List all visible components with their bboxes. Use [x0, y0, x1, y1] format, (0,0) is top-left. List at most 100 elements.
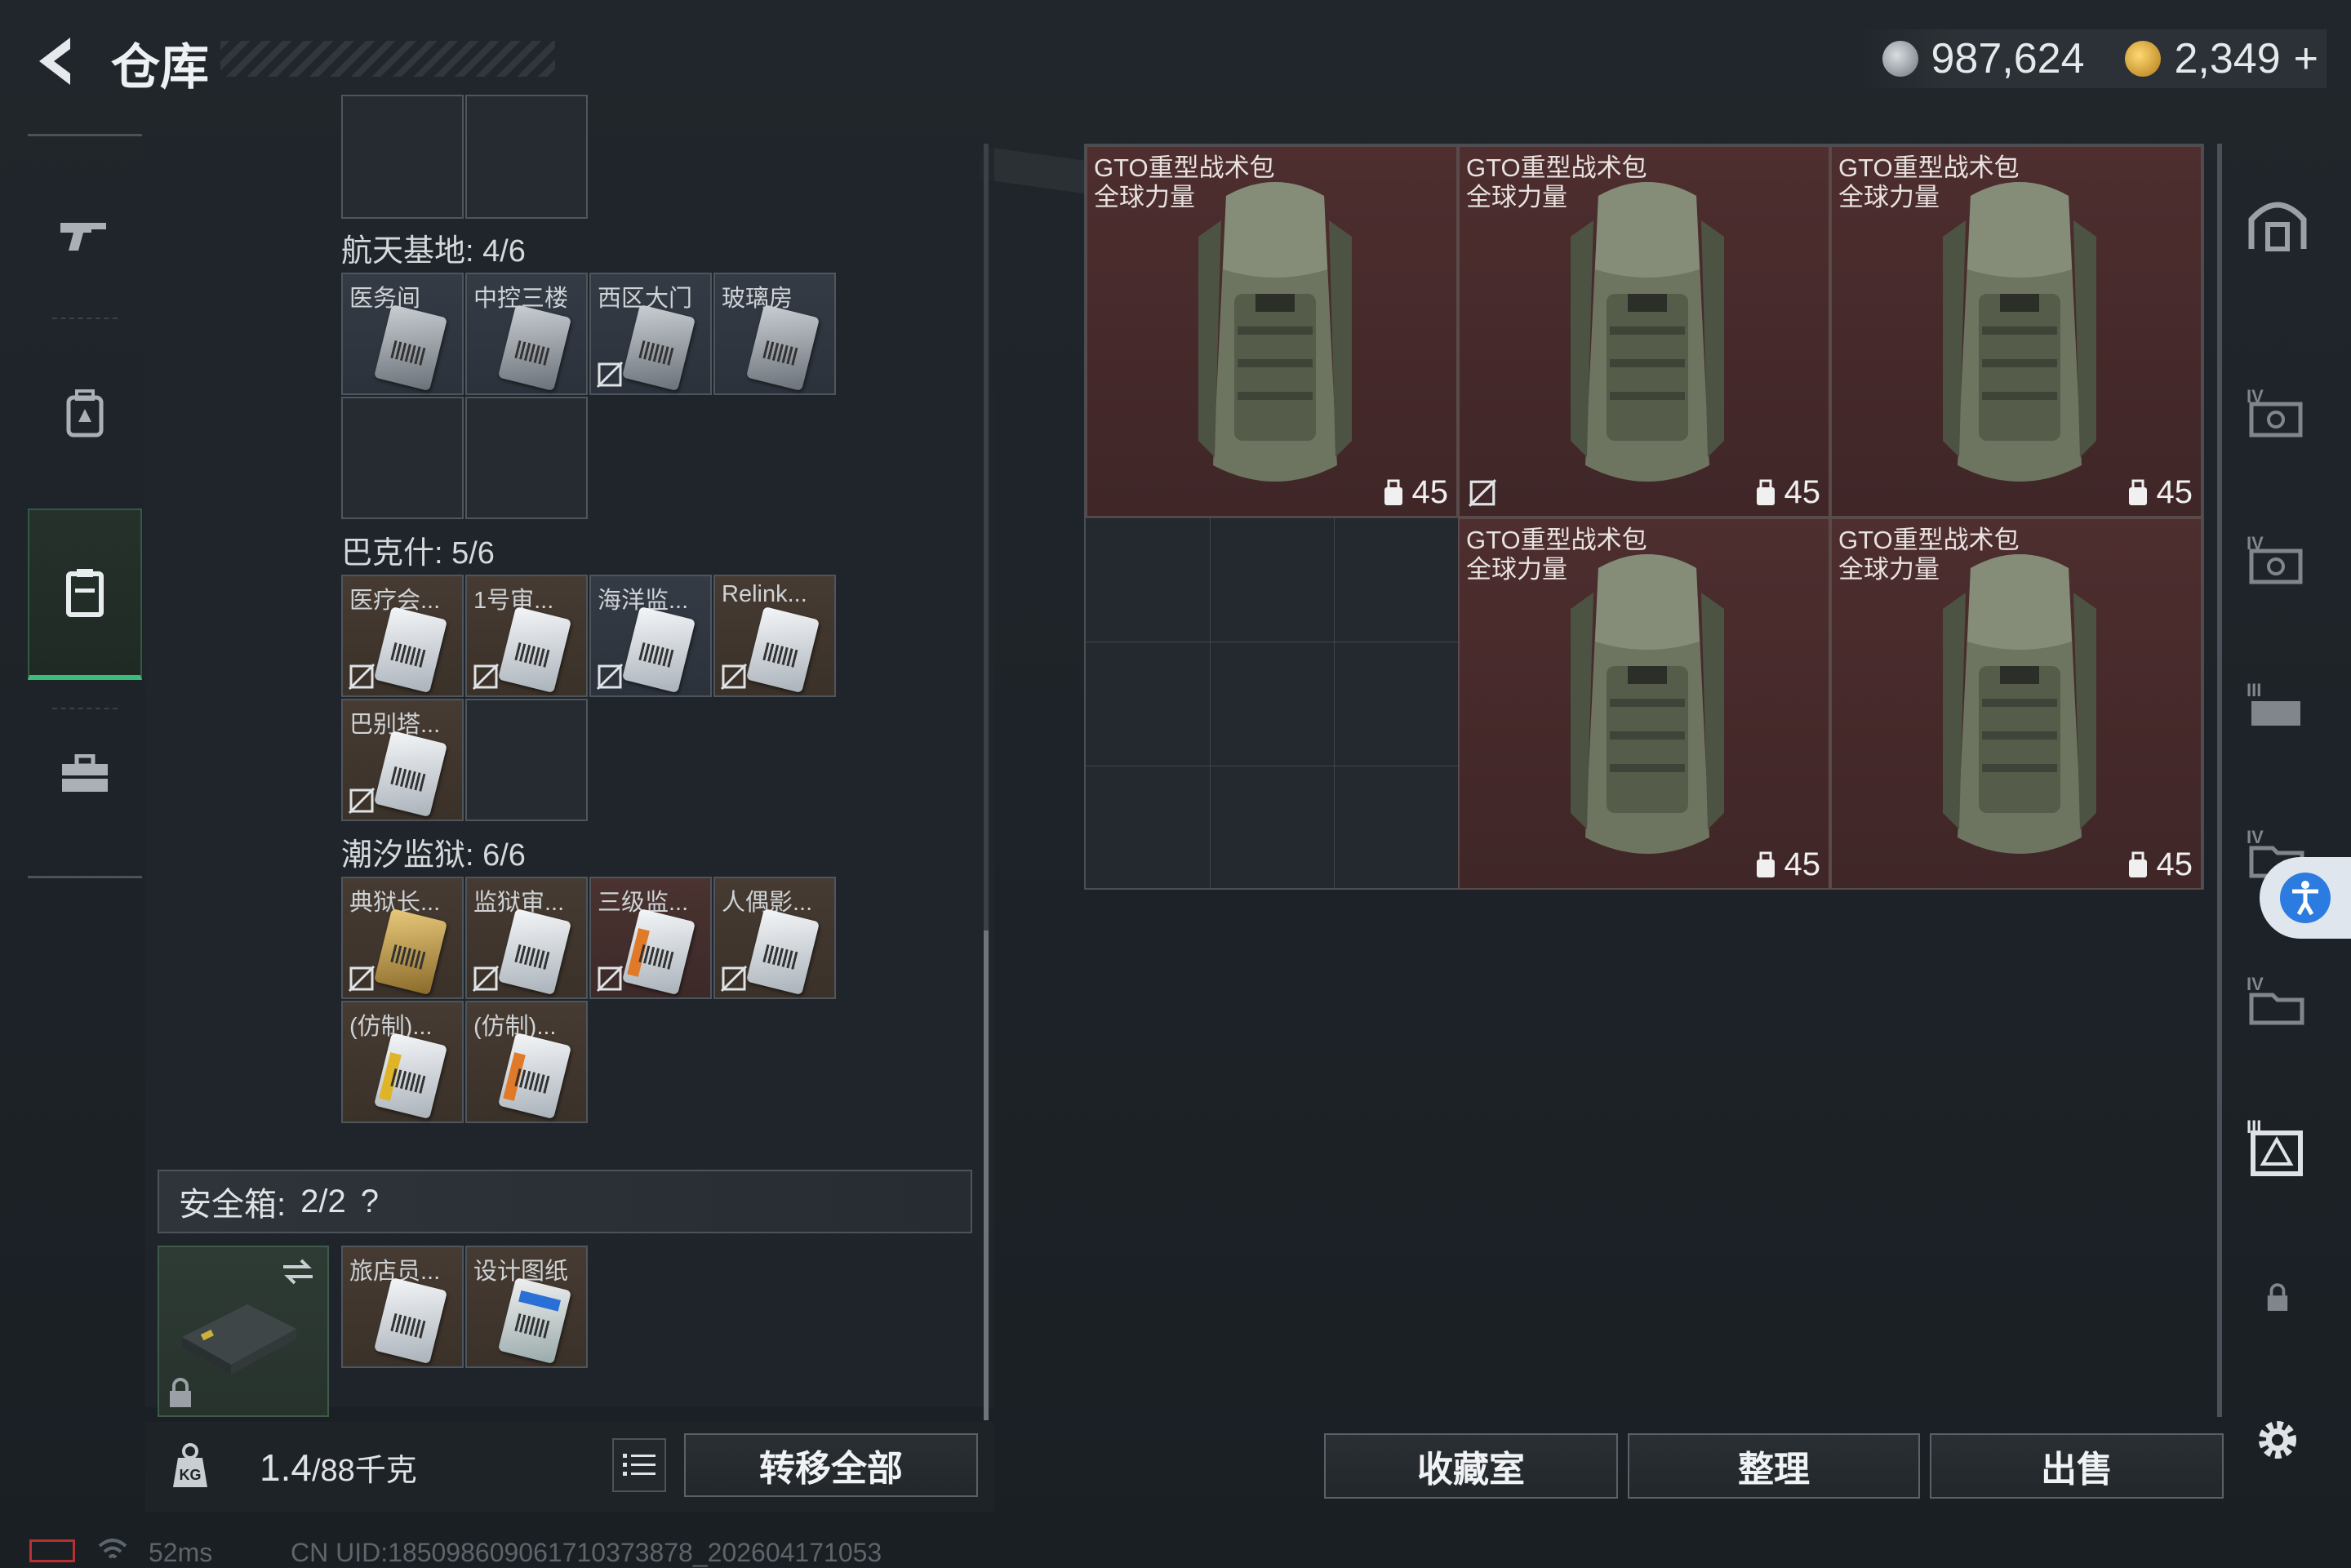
nav-cases[interactable]: [28, 509, 142, 680]
keycard-image: [745, 606, 820, 694]
keycard-slot[interactable]: 巴别塔...: [341, 699, 464, 821]
tier-3-container-icon: III: [2247, 1117, 2303, 1176]
sidebar-tier4-case-tab[interactable]: IV: [2245, 526, 2310, 591]
no-insurance-icon: [596, 663, 624, 691]
sidebar-tier4-safe-tab[interactable]: IV: [2245, 379, 2310, 444]
add-currency-button[interactable]: +: [2294, 34, 2318, 83]
keycard-slot[interactable]: 监狱审...: [465, 877, 588, 999]
right-sidebar: IV IV III IV IV III: [2220, 134, 2335, 1459]
tier-4-container-icon: IV: [2247, 533, 2303, 584]
no-insurance-icon: [596, 361, 624, 389]
safebox-title: 安全箱:: [179, 1187, 287, 1223]
uid-readout: CN UID:185098609061710373878_20260417105…: [291, 1538, 882, 1567]
tier-4-container-icon: IV: [2247, 386, 2303, 438]
keycard-slot[interactable]: Relink...: [713, 575, 836, 697]
swap-icon[interactable]: [280, 1257, 316, 1286]
keycard-image: [621, 304, 696, 392]
empty-slot[interactable]: [341, 397, 464, 519]
keycard-slot[interactable]: 中控三楼: [465, 273, 588, 395]
nav-weapons[interactable]: [28, 165, 142, 304]
keycard-image: [621, 606, 696, 694]
accessibility-icon: [2280, 873, 2331, 923]
capacity-icon: [1756, 851, 1775, 877]
keycard-image: [497, 1032, 572, 1120]
sell-button[interactable]: 出售: [1930, 1433, 2224, 1499]
sidebar-locked-tab[interactable]: [2245, 1265, 2310, 1330]
no-insurance-icon: [720, 965, 748, 993]
list-view-button[interactable]: [612, 1438, 666, 1492]
empty-slot[interactable]: [341, 95, 464, 219]
silver-amount: 987,624: [1931, 35, 2085, 82]
backpack-item[interactable]: GTO重型战术包 全球力量 45: [1830, 517, 2202, 890]
toolbox-icon: [62, 754, 108, 792]
keycard-image: [373, 606, 448, 694]
empty-slot[interactable]: [465, 95, 588, 219]
keycard-image: [373, 730, 448, 818]
backpack-item[interactable]: GTO重型战术包 全球力量 45: [1458, 145, 1830, 517]
keycard-slot[interactable]: 三级监...: [589, 877, 712, 999]
keycard-slot[interactable]: 医疗会...: [341, 575, 464, 697]
keycard-slot[interactable]: 1号审...: [465, 575, 588, 697]
backpack-item[interactable]: GTO重型战术包 全球力量 45: [1458, 517, 1830, 890]
currency-display[interactable]: 987,624 2,349 +: [1857, 29, 2327, 88]
scrollbar-thumb[interactable]: [984, 931, 989, 1420]
lock-icon: [170, 1378, 191, 1407]
backpack-image: [1198, 182, 1352, 482]
sidebar-tier3-key-tab[interactable]: III: [2245, 1113, 2310, 1179]
keycard-slot[interactable]: 海洋监...: [589, 575, 712, 697]
backpack-item[interactable]: GTO重型战术包 全球力量 45: [1830, 145, 2202, 517]
transfer-all-button[interactable]: 转移全部: [684, 1433, 978, 1497]
gold-coin-icon: [2125, 41, 2162, 77]
capacity-icon: [1756, 479, 1775, 505]
keycard-slot[interactable]: 典狱长...: [341, 877, 464, 999]
sidebar-storage-tab[interactable]: [2245, 191, 2310, 256]
safebox-help-button[interactable]: ?: [361, 1184, 379, 1220]
safebox-case-icon: [182, 1304, 296, 1375]
weapon-icon: [60, 223, 106, 251]
safebox-count: 2/2: [300, 1183, 346, 1219]
capacity-icon: [2128, 479, 2147, 505]
keycard-slot[interactable]: 医务间: [341, 273, 464, 395]
tier-3-container-icon: III: [2247, 680, 2300, 726]
empty-slot[interactable]: [465, 699, 588, 821]
blueprint-slot[interactable]: 设计图纸: [465, 1246, 588, 1368]
capacity-value: 45: [2156, 846, 2193, 882]
back-arrow-icon[interactable]: [28, 33, 80, 90]
safebox-container[interactable]: [158, 1246, 329, 1417]
svg-text:IV: IV: [2247, 974, 2264, 994]
section-title: 航天基地: 4/6: [341, 234, 526, 269]
collection-room-button[interactable]: 收藏室: [1324, 1433, 1618, 1499]
settings-button[interactable]: [2245, 1407, 2310, 1472]
keycard-image: [497, 908, 572, 996]
organize-button[interactable]: 整理: [1628, 1433, 1920, 1499]
keycard-slot[interactable]: 西区大门: [589, 273, 712, 395]
keycard-image: [621, 908, 696, 996]
svg-text:IV: IV: [2247, 827, 2264, 847]
no-insurance-icon: [348, 663, 376, 691]
keycard-slot[interactable]: (仿制)...: [465, 1001, 588, 1123]
accessibility-button[interactable]: [2260, 857, 2351, 939]
keycard-slot[interactable]: 玻璃房: [713, 273, 836, 395]
keycard-image: [373, 304, 448, 392]
svg-text:III: III: [2247, 680, 2261, 700]
keycard-image: [373, 1277, 448, 1365]
keycard-slot[interactable]: (仿制)...: [341, 1001, 464, 1123]
sidebar-tier3-case-tab[interactable]: III: [2245, 673, 2310, 738]
silver-coin-icon: [1882, 41, 1918, 77]
section-title: 潮汐监狱: 6/6: [341, 838, 526, 873]
weight-icon: KG: [173, 1443, 207, 1487]
section-title: 巴克什: 5/6: [341, 536, 495, 571]
bag-capacity: 45: [1753, 474, 1820, 511]
empty-slot[interactable]: [465, 397, 588, 519]
no-insurance-icon: [596, 965, 624, 993]
lock-icon: [2267, 1283, 2288, 1311]
nav-gear[interactable]: [28, 344, 142, 483]
nav-tools[interactable]: [28, 704, 142, 843]
backpack-item[interactable]: GTO重型战术包 全球力量 45: [1086, 145, 1458, 517]
no-insurance-icon: [348, 787, 376, 815]
keycard-slot[interactable]: 人偶影...: [713, 877, 836, 999]
keycard-slot[interactable]: 旅店员...: [341, 1246, 464, 1368]
sidebar-tier4-folder-tab[interactable]: IV: [2245, 966, 2310, 1032]
keycard-image: [745, 304, 820, 392]
no-insurance-icon: [720, 663, 748, 691]
